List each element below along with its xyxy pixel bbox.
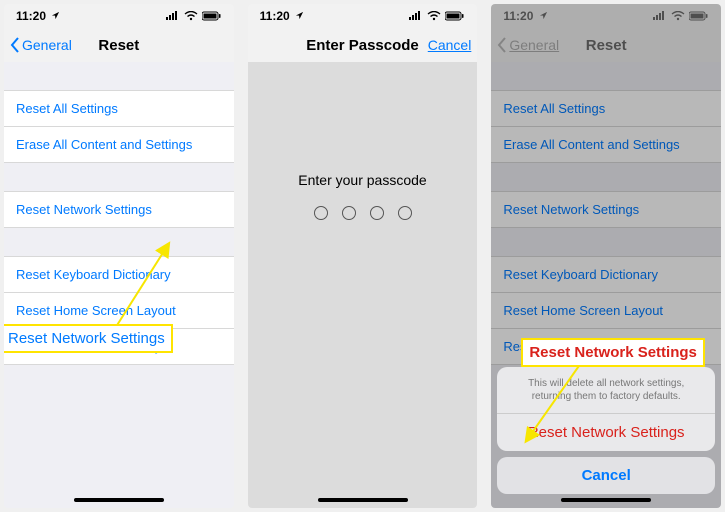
phone-screen-2: 11:20 Enter Passcode Cancel Enter your p… <box>248 4 478 508</box>
phone-screen-1: 11:20 General Reset Reset All Settings E… <box>4 4 234 508</box>
battery-icon <box>202 11 222 21</box>
reset-network-settings[interactable]: Reset Network Settings <box>4 191 234 228</box>
passcode-dots[interactable] <box>248 206 478 220</box>
status-right <box>653 11 709 21</box>
chevron-left-icon <box>10 37 20 53</box>
reset-all-settings[interactable]: Reset All Settings <box>4 90 234 127</box>
status-bar: 11:20 <box>491 4 721 28</box>
sheet-message: This will delete all network settings, r… <box>497 367 715 414</box>
nav-bar: Enter Passcode Cancel <box>248 28 478 62</box>
signal-icon <box>653 11 667 21</box>
annotation-callout: Reset Network Settings <box>4 324 173 353</box>
location-arrow-icon <box>295 11 304 20</box>
status-time: 11:20 <box>16 9 60 23</box>
signal-icon <box>409 11 423 21</box>
reset-keyboard-dictionary[interactable]: Reset Keyboard Dictionary <box>4 256 234 293</box>
reset-home-screen-layout: Reset Home Screen Layout <box>491 293 721 329</box>
location-arrow-icon <box>51 11 60 20</box>
annotation-callout: Reset Network Settings <box>521 338 705 367</box>
wifi-icon <box>184 11 198 21</box>
passcode-content: Enter your passcode <box>248 62 478 508</box>
location-arrow-icon <box>539 11 548 20</box>
passcode-prompt: Enter your passcode <box>248 172 478 188</box>
status-time: 11:20 <box>503 9 547 23</box>
signal-icon <box>166 11 180 21</box>
passcode-dot <box>314 206 328 220</box>
cancel-button[interactable]: Cancel <box>428 37 472 53</box>
phone-screen-3: 11:20 General Reset Reset All Settings E… <box>491 4 721 508</box>
settings-list: Reset All Settings Erase All Content and… <box>4 62 234 508</box>
home-indicator[interactable] <box>561 498 651 502</box>
sheet-cancel-button[interactable]: Cancel <box>497 457 715 494</box>
home-indicator[interactable] <box>74 498 164 502</box>
nav-title: Reset <box>491 37 721 54</box>
status-time: 11:20 <box>260 9 304 23</box>
reset-keyboard-dictionary: Reset Keyboard Dictionary <box>491 256 721 293</box>
passcode-dot <box>342 206 356 220</box>
wifi-icon <box>671 11 685 21</box>
action-sheet: This will delete all network settings, r… <box>497 367 715 494</box>
nav-back-button[interactable]: General <box>10 37 72 53</box>
wifi-icon <box>427 11 441 21</box>
reset-network-settings: Reset Network Settings <box>491 191 721 228</box>
status-right <box>166 11 222 21</box>
erase-all-content: Erase All Content and Settings <box>491 127 721 163</box>
passcode-dot <box>398 206 412 220</box>
battery-icon <box>445 11 465 21</box>
chevron-left-icon <box>497 37 507 53</box>
nav-bar: General Reset <box>4 28 234 62</box>
home-indicator[interactable] <box>318 498 408 502</box>
status-bar: 11:20 <box>4 4 234 28</box>
reset-all-settings: Reset All Settings <box>491 90 721 127</box>
status-bar: 11:20 <box>248 4 478 28</box>
nav-back-button: General <box>497 37 559 53</box>
erase-all-content[interactable]: Erase All Content and Settings <box>4 127 234 163</box>
passcode-dot <box>370 206 384 220</box>
sheet-confirm-button[interactable]: Reset Network Settings <box>497 414 715 451</box>
status-right <box>409 11 465 21</box>
nav-bar: General Reset <box>491 28 721 62</box>
battery-icon <box>689 11 709 21</box>
